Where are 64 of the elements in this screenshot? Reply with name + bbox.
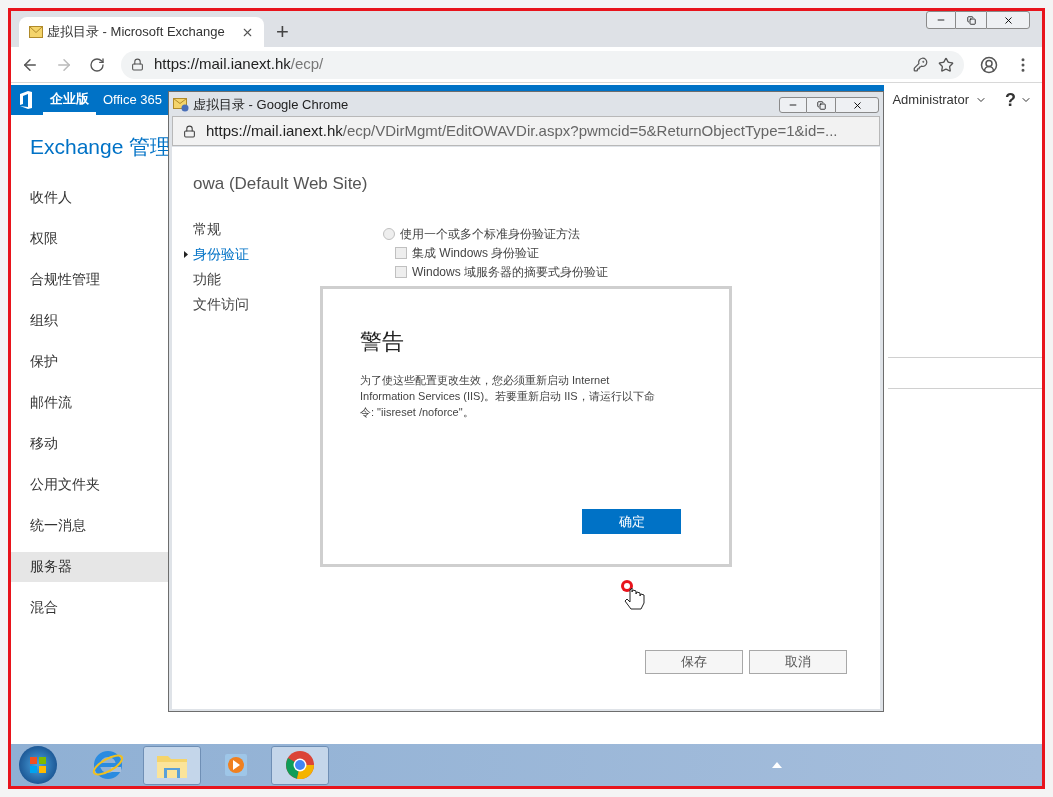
sidebar-item[interactable]: 服务器: [11, 551, 168, 582]
section-link[interactable]: 常规: [193, 216, 383, 242]
account-icon[interactable]: [980, 55, 998, 74]
close-icon: [851, 99, 863, 111]
tab-title: 虚拟目录 - Microsoft Exchange: [47, 23, 226, 42]
restore-button[interactable]: [956, 11, 986, 29]
envelope-icon: [173, 98, 189, 112]
office-logo-icon: [19, 91, 33, 109]
sidebar-item[interactable]: 统一消息: [11, 510, 168, 541]
chrome-icon: [284, 749, 316, 781]
section-link[interactable]: 功能: [193, 266, 383, 292]
restore-icon: [816, 100, 826, 110]
window-title: 虚拟目录 - Google Chrome: [193, 96, 350, 115]
sidebar-item[interactable]: 权限: [11, 223, 168, 254]
checkbox[interactable]: [395, 247, 407, 259]
taskbar-app-button[interactable]: [271, 745, 329, 785]
sidebar-item[interactable]: 合规性管理: [11, 264, 168, 295]
key-icon[interactable]: [913, 57, 928, 72]
sidebar-item[interactable]: 组织: [11, 305, 168, 336]
user-menu[interactable]: Administrator: [884, 85, 995, 115]
dialog-heading: owa (Default Web Site): [193, 173, 369, 195]
dialog-message: 为了使这些配置更改生效，您必须重新启动 Internet Information Services (IIS)。若要重新启动 IIS，请运行以下命令: "iisreset /noforce"。: [360, 373, 656, 420]
url-text: https://mail.ianext.hk/ecp/: [154, 54, 324, 75]
new-tab-button[interactable]: +: [264, 17, 301, 47]
ok-button[interactable]: 确定: [582, 509, 681, 534]
reload-icon[interactable]: [89, 56, 105, 73]
close-button[interactable]: [835, 97, 879, 113]
sidebar-item[interactable]: 邮件流: [11, 387, 168, 418]
dialog-title: 警告: [360, 328, 405, 356]
taskbar-app-button[interactable]: [143, 745, 201, 785]
url-text: https://mail.ianext.hk/ecp/VDirMgmt/EditOWAVDir.aspx?pwmcid=5&ReturnObjectType=1&id=...: [206, 120, 838, 141]
tray-arrow-icon[interactable]: [772, 762, 782, 768]
lock-icon: [131, 58, 144, 71]
dialog-button[interactable]: 保存: [645, 650, 743, 674]
option-label: 使用一个或多个标准身份验证方法: [400, 226, 580, 243]
help-menu[interactable]: ?: [995, 85, 1042, 115]
envelope-icon: [29, 26, 43, 38]
restore-icon: [966, 15, 976, 25]
sidebar-item[interactable]: 保护: [11, 346, 168, 377]
close-button[interactable]: [986, 11, 1030, 29]
selected-arrow-icon: [184, 250, 188, 258]
sidebar-item[interactable]: 移动: [11, 428, 168, 459]
radio-button[interactable]: [383, 228, 395, 240]
minimize-button[interactable]: [926, 11, 956, 29]
close-icon: [1002, 14, 1014, 26]
start-button[interactable]: [19, 746, 57, 784]
browser-e-icon: [91, 748, 125, 782]
option-label: 集成 Windows 身份验证: [412, 245, 540, 262]
restore-button[interactable]: [807, 97, 835, 113]
lock-icon: [183, 124, 196, 138]
browser-tab[interactable]: 虚拟目录 - Microsoft Exchange: [19, 17, 264, 47]
dialog-button[interactable]: 取消: [749, 650, 847, 674]
sidebar-item[interactable]: 公用文件夹: [11, 469, 168, 500]
checkbox[interactable]: [395, 266, 407, 278]
section-link[interactable]: 身份验证: [193, 241, 383, 267]
bookmark-star-icon[interactable]: [938, 56, 954, 73]
sidebar-item[interactable]: 混合: [11, 592, 168, 623]
minimize-button[interactable]: [779, 97, 807, 113]
sidebar-item[interactable]: 收件人: [11, 182, 168, 213]
windows-flag-icon: [29, 756, 47, 774]
header-nav-link[interactable]: 企业版: [43, 85, 96, 115]
option-label: Windows 域服务器的摘要式身份验证: [412, 264, 608, 281]
address-field[interactable]: https://mail.ianext.hk/ecp/: [121, 50, 964, 79]
header-nav-link[interactable]: Office 365: [96, 85, 170, 115]
